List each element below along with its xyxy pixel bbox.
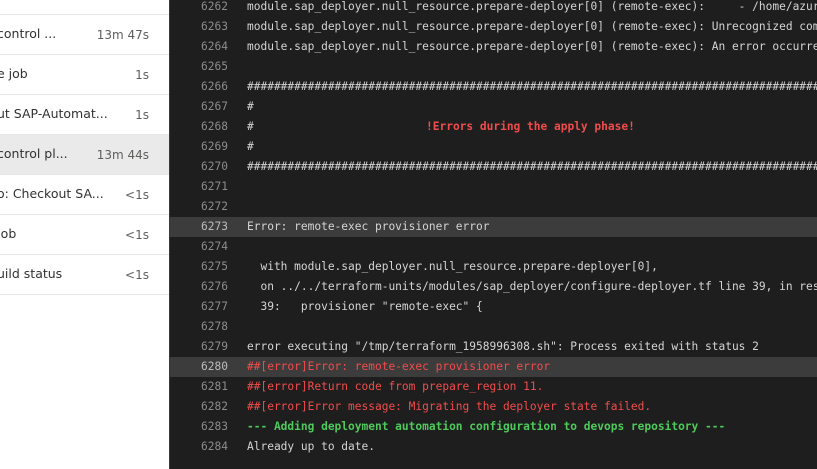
line-number: 6278: [201, 320, 228, 333]
step-duration: 13m 47s: [96, 28, 149, 42]
log-text: Already up to date.: [247, 440, 375, 453]
line-number: 6275: [201, 260, 228, 273]
log-line[interactable]: 6269 #: [170, 137, 817, 157]
log-text: --- Adding deployment automation configu…: [247, 420, 726, 433]
step-item[interactable]: uild status <1s: [0, 255, 169, 295]
line-number: 6270: [201, 160, 228, 173]
line-number: 6273: [201, 220, 228, 233]
step-duration: <1s: [125, 188, 149, 202]
log-text: error executing "/tmp/terraform_19589963…: [247, 340, 759, 353]
log-text: module.sap_deployer.null_resource.prepar…: [247, 20, 817, 33]
step-item[interactable]: Job <1s: [0, 215, 169, 255]
log-line[interactable]: 6266 ####################################…: [170, 77, 817, 97]
log-text: ##[error]Return code from prepare_region…: [247, 380, 544, 393]
line-number: 6284: [201, 440, 228, 453]
log-text: #: [247, 140, 254, 153]
line-number: 6276: [201, 280, 228, 293]
line-number: 6262: [201, 0, 228, 13]
log-text: #: [247, 100, 254, 113]
log-line[interactable]: 6274: [170, 237, 817, 257]
line-number: 6274: [201, 240, 228, 253]
step-label: uild status: [0, 266, 63, 281]
step-item[interactable]: control ... 13m 47s: [0, 15, 169, 55]
line-number: 6265: [201, 60, 228, 73]
log-text: ########################################…: [247, 160, 817, 173]
line-number: 6268: [201, 120, 228, 133]
line-number: 6266: [201, 80, 228, 93]
log-text: 39: provisioner "remote-exec" {: [247, 300, 483, 313]
step-duration: <1s: [125, 228, 149, 242]
log-text: module.sap_deployer.null_resource.prepar…: [247, 40, 817, 53]
log-line[interactable]: 6282 ##[error]Error message: Migrating th…: [170, 397, 817, 417]
log-line[interactable]: 6273 Error: remote-exec provisioner error: [170, 217, 817, 237]
step-item[interactable]: e job 1s: [0, 55, 169, 95]
log-line[interactable]: 6278: [170, 317, 817, 337]
line-number: 6263: [201, 20, 228, 33]
job-steps-list: control ... 13m 47s e job 1s ut SAP-Automat.…: [0, 0, 169, 469]
log-line[interactable]: 6283 --- Adding deployment automation con…: [170, 417, 817, 437]
log-text: module.sap_deployer.null_resource.prepar…: [247, 0, 817, 13]
log-line[interactable]: 6271: [170, 177, 817, 197]
log-line[interactable]: 6264 module.sap_deployer.null_resource.pr…: [170, 37, 817, 57]
line-number: 6280: [201, 360, 228, 373]
step-duration: 1s: [135, 68, 149, 82]
pipeline-log-view: control ... 13m 47s e job 1s ut SAP-Automat.…: [0, 0, 817, 469]
log-text: Error: remote-exec provisioner error: [247, 220, 490, 233]
line-number: 6277: [201, 300, 228, 313]
log-output[interactable]: 6262 module.sap_deployer.null_resource.pr…: [170, 0, 817, 469]
step-item-partial[interactable]: [0, 0, 169, 15]
step-label: ut SAP-Automat...: [0, 106, 107, 121]
line-number: 6271: [201, 180, 228, 193]
line-number: 6264: [201, 40, 228, 53]
log-text: with module.sap_deployer.null_resource.p…: [247, 260, 658, 273]
step-item[interactable]: control pl... 13m 44s: [0, 135, 169, 175]
line-number: 6281: [201, 380, 228, 393]
step-label: Job: [0, 226, 17, 241]
error-banner-text: !Errors during the apply phase!: [426, 120, 635, 133]
line-number: 6269: [201, 140, 228, 153]
log-text: #: [247, 120, 254, 133]
log-line[interactable]: 6276 on ../../terraform-units/modules/sa…: [170, 277, 817, 297]
log-line[interactable]: 6275 with module.sap_deployer.null_resou…: [170, 257, 817, 277]
log-line[interactable]: 6277 39: provisioner "remote-exec" {: [170, 297, 817, 317]
log-text: ########################################…: [247, 80, 817, 93]
step-label: o: Checkout SA...: [0, 186, 104, 201]
step-duration: 1s: [135, 108, 149, 122]
step-label: control pl...: [0, 146, 68, 161]
line-number: 6283: [201, 420, 228, 433]
step-item[interactable]: ut SAP-Automat... 1s: [0, 95, 169, 135]
log-line[interactable]: 6265: [170, 57, 817, 77]
log-line[interactable]: 6281 ##[error]Return code from prepare_re…: [170, 377, 817, 397]
line-number: 6282: [201, 400, 228, 413]
line-number: 6272: [201, 200, 228, 213]
log-line[interactable]: 6270 ####################################…: [170, 157, 817, 177]
log-text: ##[error]Error: remote-exec provisioner …: [247, 360, 551, 373]
log-line[interactable]: 6268 # !Errors during the apply phase!: [170, 117, 817, 137]
line-number: 6267: [201, 100, 228, 113]
log-line[interactable]: 6279 error executing "/tmp/terraform_1958…: [170, 337, 817, 357]
log-line[interactable]: 6263 module.sap_deployer.null_resource.pr…: [170, 17, 817, 37]
log-line[interactable]: 6267 #: [170, 97, 817, 117]
step-item[interactable]: o: Checkout SA... <1s: [0, 175, 169, 215]
log-text: ##[error]Error message: Migrating the de…: [247, 400, 652, 413]
step-duration: <1s: [125, 268, 149, 282]
log-line[interactable]: 6262 module.sap_deployer.null_resource.pr…: [170, 0, 817, 17]
log-text: on ../../terraform-units/modules/sap_dep…: [260, 280, 817, 293]
step-label: e job: [0, 66, 28, 81]
log-line[interactable]: 6284 Already up to date.: [170, 437, 817, 457]
step-duration: 13m 44s: [96, 148, 149, 162]
log-line[interactable]: 6272: [170, 197, 817, 217]
step-label: control ...: [0, 26, 57, 41]
log-line[interactable]: 6280 ##[error]Error: remote-exec provisio…: [170, 357, 817, 377]
line-number: 6279: [201, 340, 228, 353]
